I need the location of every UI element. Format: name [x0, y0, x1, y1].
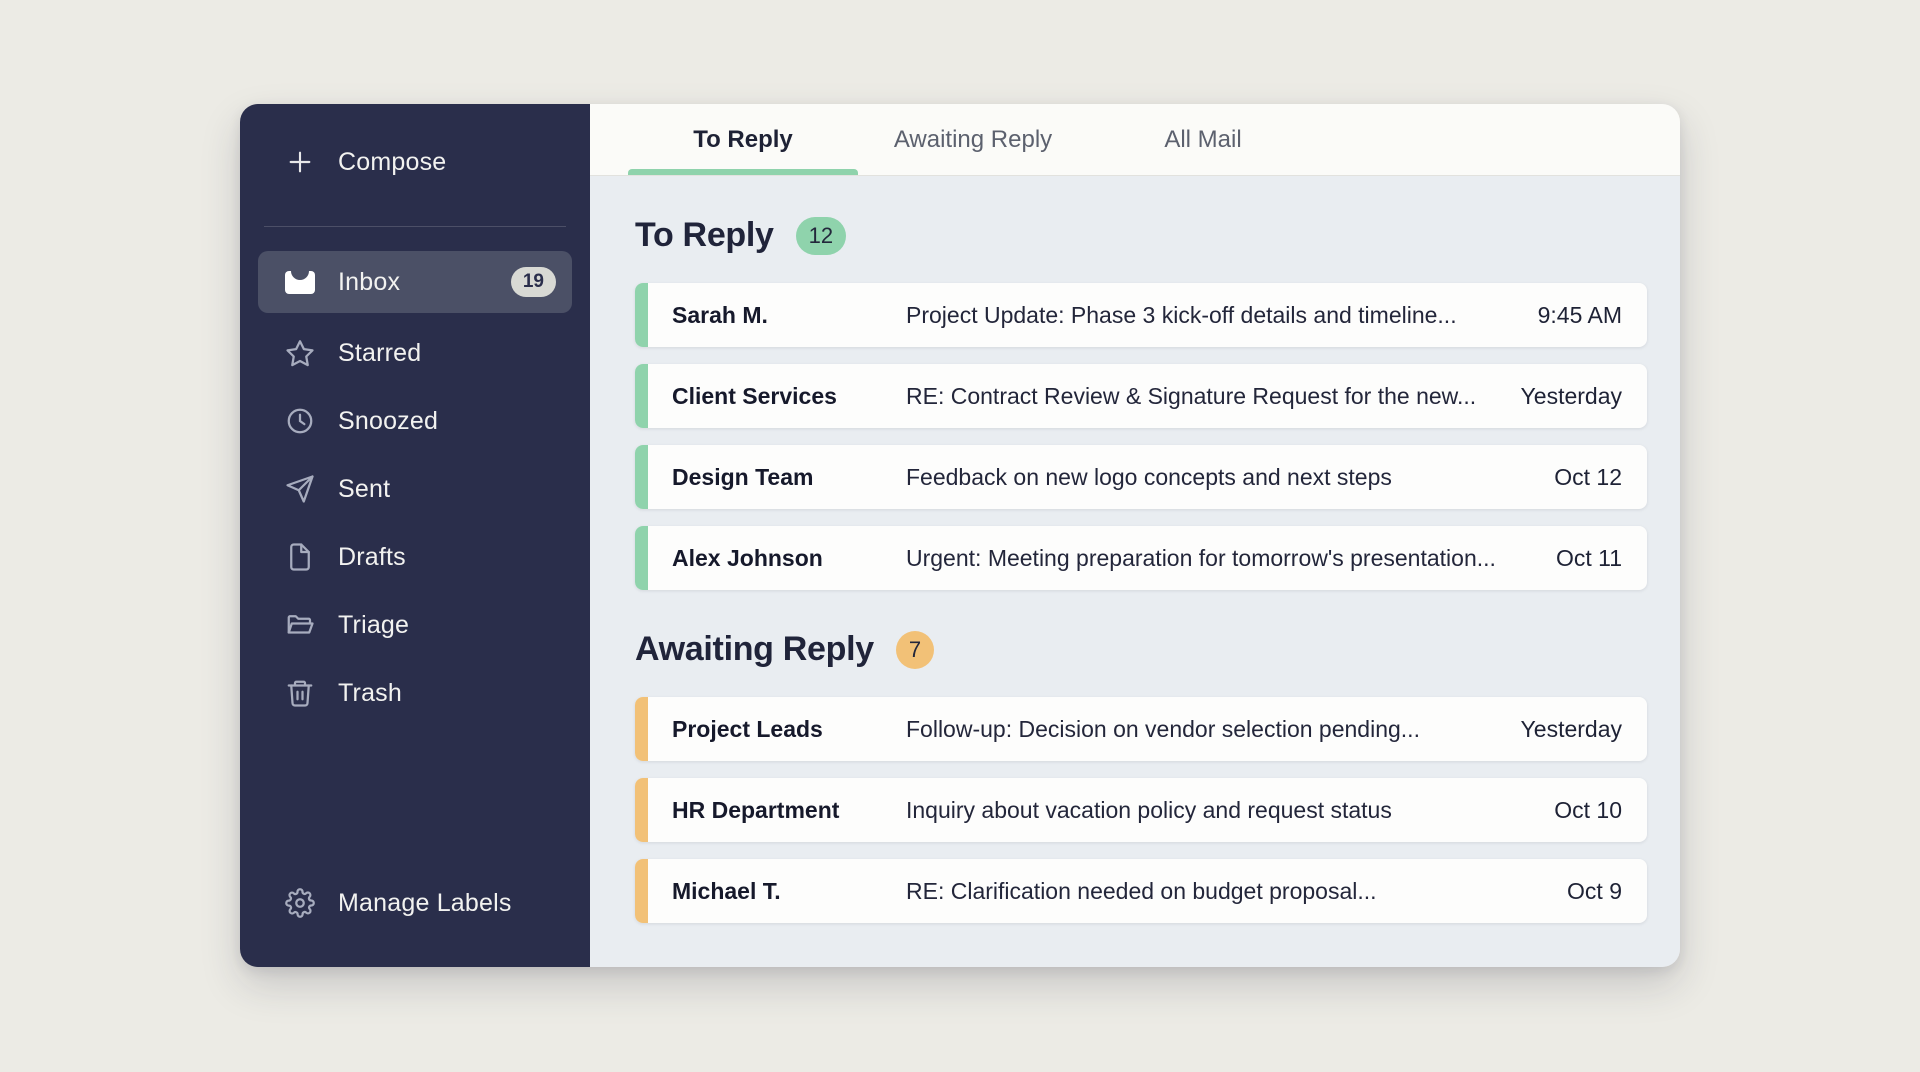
email-sender: Alex Johnson: [648, 545, 906, 572]
priority-accent-bar: [635, 859, 648, 923]
sidebar-item-label: Drafts: [338, 543, 406, 572]
file-icon: [284, 541, 316, 573]
main-panel: To Reply Awaiting Reply All Mail To Repl…: [590, 104, 1680, 967]
star-icon: [284, 337, 316, 369]
priority-accent-bar: [635, 283, 648, 347]
sidebar-item-label: Sent: [338, 475, 390, 504]
inbox-icon: [284, 266, 316, 298]
section-count-badge: 7: [896, 631, 934, 669]
clock-icon: [284, 405, 316, 437]
tab-awaiting-reply[interactable]: Awaiting Reply: [858, 104, 1088, 175]
section-header-awaiting-reply: Awaiting Reply 7: [635, 630, 1647, 669]
email-list-content: To Reply 12 Sarah M. Project Update: Pha…: [590, 176, 1680, 967]
email-row[interactable]: Client Services RE: Contract Review & Si…: [635, 364, 1647, 428]
priority-accent-bar: [635, 778, 648, 842]
email-time: Oct 11: [1540, 545, 1647, 572]
priority-accent-bar: [635, 697, 648, 761]
section-count-badge: 12: [796, 217, 846, 255]
email-sender: Design Team: [648, 464, 906, 491]
manage-labels-label: Manage Labels: [338, 889, 512, 918]
inbox-count-badge: 19: [511, 267, 556, 298]
folder-open-icon: [284, 609, 316, 641]
sidebar-item-label: Inbox: [338, 268, 400, 297]
compose-button[interactable]: Compose: [258, 134, 572, 190]
sidebar-item-triage[interactable]: Triage: [258, 597, 572, 653]
sidebar-item-label: Starred: [338, 339, 421, 368]
tab-bar: To Reply Awaiting Reply All Mail: [590, 104, 1680, 176]
email-row[interactable]: Alex Johnson Urgent: Meeting preparation…: [635, 526, 1647, 590]
email-time: Oct 12: [1538, 464, 1647, 491]
tab-all-mail[interactable]: All Mail: [1088, 104, 1318, 175]
email-row[interactable]: Michael T. RE: Clarification needed on b…: [635, 859, 1647, 923]
email-sender: Client Services: [648, 383, 906, 410]
sidebar-item-trash[interactable]: Trash: [258, 665, 572, 721]
email-subject: Inquiry about vacation policy and reques…: [906, 797, 1538, 824]
sidebar-divider: [264, 226, 566, 227]
to-reply-list: Sarah M. Project Update: Phase 3 kick-of…: [635, 283, 1647, 590]
section-title: Awaiting Reply: [635, 630, 874, 669]
email-subject: Urgent: Meeting preparation for tomorrow…: [906, 545, 1540, 572]
email-row[interactable]: Sarah M. Project Update: Phase 3 kick-of…: [635, 283, 1647, 347]
email-subject: Project Update: Phase 3 kick-off details…: [906, 302, 1522, 329]
priority-accent-bar: [635, 445, 648, 509]
priority-accent-bar: [635, 526, 648, 590]
sidebar-item-sent[interactable]: Sent: [258, 461, 572, 517]
email-time: Yesterday: [1505, 383, 1647, 410]
tab-label: Awaiting Reply: [894, 126, 1052, 154]
section-header-to-reply: To Reply 12: [635, 216, 1647, 255]
email-time: 9:45 AM: [1522, 302, 1647, 329]
compose-label: Compose: [338, 148, 446, 177]
section-title: To Reply: [635, 216, 774, 255]
sidebar-item-inbox[interactable]: Inbox 19: [258, 251, 572, 313]
plus-icon: [284, 146, 316, 178]
sidebar-item-label: Triage: [338, 611, 409, 640]
email-subject: Follow-up: Decision on vendor selection …: [906, 716, 1505, 743]
sidebar-item-drafts[interactable]: Drafts: [258, 529, 572, 585]
gear-icon: [284, 887, 316, 919]
sidebar: Compose Inbox 19 Starred Snoozed Sent: [240, 104, 590, 967]
email-time: Oct 9: [1551, 878, 1647, 905]
sidebar-item-snoozed[interactable]: Snoozed: [258, 393, 572, 449]
email-time: Oct 10: [1538, 797, 1647, 824]
email-sender: HR Department: [648, 797, 906, 824]
send-icon: [284, 473, 316, 505]
sidebar-item-starred[interactable]: Starred: [258, 325, 572, 381]
email-sender: Michael T.: [648, 878, 906, 905]
mail-app-window: Compose Inbox 19 Starred Snoozed Sent: [240, 104, 1680, 967]
active-tab-underline: [628, 169, 858, 175]
email-subject: Feedback on new logo concepts and next s…: [906, 464, 1538, 491]
tab-label: All Mail: [1164, 126, 1241, 154]
trash-icon: [284, 677, 316, 709]
email-subject: RE: Clarification needed on budget propo…: [906, 878, 1551, 905]
email-sender: Project Leads: [648, 716, 906, 743]
email-subject: RE: Contract Review & Signature Request …: [906, 383, 1505, 410]
email-row[interactable]: HR Department Inquiry about vacation pol…: [635, 778, 1647, 842]
sidebar-item-label: Trash: [338, 679, 402, 708]
email-sender: Sarah M.: [648, 302, 906, 329]
tab-label: To Reply: [693, 126, 793, 154]
sidebar-item-label: Snoozed: [338, 407, 438, 436]
manage-labels-button[interactable]: Manage Labels: [258, 875, 572, 931]
priority-accent-bar: [635, 364, 648, 428]
email-time: Yesterday: [1505, 716, 1647, 743]
awaiting-reply-list: Project Leads Follow-up: Decision on ven…: [635, 697, 1647, 923]
email-row[interactable]: Project Leads Follow-up: Decision on ven…: [635, 697, 1647, 761]
email-row[interactable]: Design Team Feedback on new logo concept…: [635, 445, 1647, 509]
tab-to-reply[interactable]: To Reply: [628, 104, 858, 175]
